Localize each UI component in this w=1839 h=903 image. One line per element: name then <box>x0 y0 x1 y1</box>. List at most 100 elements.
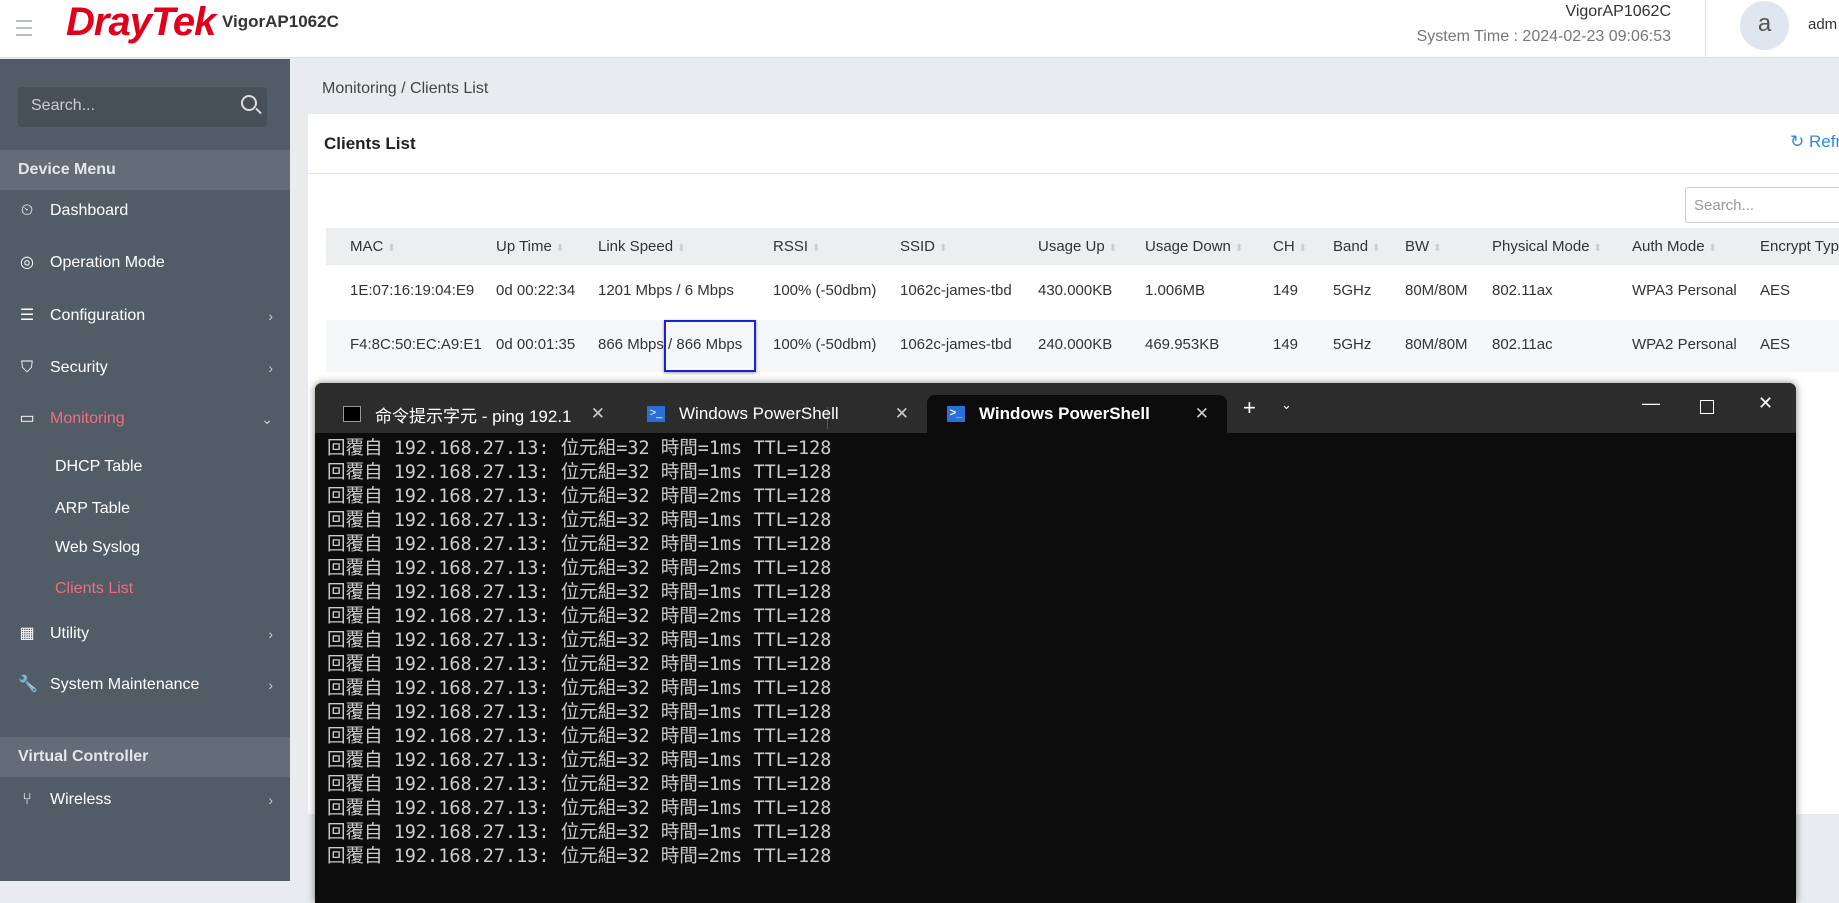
table-cell-mac: F4:8C:50:EC:A9:E1 <box>350 336 482 353</box>
sidebar-search-input[interactable]: Search... <box>18 87 267 127</box>
highlight-box <box>664 320 756 372</box>
hamburger-menu-icon[interactable] <box>16 20 32 41</box>
chevron-down-icon[interactable]: ⌄ <box>1281 397 1292 413</box>
sort-icon[interactable]: ⬍ <box>556 243 564 254</box>
column-header-usage-up[interactable]: Usage Up ⬍ <box>1038 238 1117 255</box>
terminal-output[interactable]: 回覆自 192.168.27.13: 位元組=32 時間=1ms TTL=128… <box>327 437 831 869</box>
tab-powershell-2[interactable]: >_ Windows PowerShell ✕ <box>927 395 1227 433</box>
sort-icon[interactable]: ⬍ <box>1594 243 1602 254</box>
close-tab-icon[interactable]: ✕ <box>895 404 909 424</box>
table-cell-rssi: 100% (-50dbm) <box>773 336 877 353</box>
column-label: Encrypt Type <box>1760 238 1839 255</box>
tab-label: 命令提示字元 - ping 192.1 <box>375 406 572 426</box>
sort-icon[interactable]: ⬍ <box>1372 243 1380 254</box>
close-window-icon[interactable]: ✕ <box>1758 393 1773 414</box>
terminal-line: 回覆自 192.168.27.13: 位元組=32 時間=2ms TTL=128 <box>327 846 832 867</box>
column-label: Band <box>1333 238 1369 255</box>
sort-icon[interactable]: ⬍ <box>1299 243 1307 254</box>
sidebar-item-security[interactable]: ⛉ Security › <box>18 359 273 377</box>
terminal-line: 回覆自 192.168.27.13: 位元組=32 時間=1ms TTL=128 <box>327 534 832 555</box>
table-search-input[interactable]: Search... <box>1685 187 1839 223</box>
search-placeholder: Search... <box>31 97 96 114</box>
sidebar-item-system-maintenance[interactable]: 🔧 System Maintenance › <box>18 676 273 694</box>
table-cell-mac: 1E:07:16:19:04:E9 <box>350 282 475 299</box>
sort-icon[interactable]: ⬍ <box>812 243 820 254</box>
chevron-icon: › <box>268 677 273 693</box>
table-cell-usage-up: 240.000KB <box>1038 336 1113 353</box>
tab-cmd-ping[interactable]: 命令提示字元 - ping 192.1 ✕ <box>323 395 623 433</box>
column-header-usage-down[interactable]: Usage Down ⬍ <box>1145 238 1243 255</box>
virtual-controller-heading: Virtual Controller <box>0 737 290 777</box>
sort-icon[interactable]: ⬍ <box>677 243 685 254</box>
sidebar-item-monitoring[interactable]: ▭ Monitoring ⌄ <box>18 410 273 428</box>
configuration-icon: ☰ <box>19 307 35 324</box>
sort-icon[interactable]: ⬍ <box>387 243 395 254</box>
sidebar-item-operation-mode[interactable]: ◎ Operation Mode <box>18 254 273 272</box>
chevron-icon: › <box>268 626 273 642</box>
card-title: Clients List <box>324 134 416 153</box>
system-maintenance-icon: 🔧 <box>18 676 38 693</box>
sort-icon[interactable]: ⬍ <box>1709 243 1717 254</box>
refresh-label: Refr <box>1808 132 1839 151</box>
divider <box>1705 0 1706 58</box>
sort-icon[interactable]: ⬍ <box>1433 243 1441 254</box>
sidebar-subitem-dhcp-table[interactable]: DHCP Table <box>55 458 142 476</box>
sidebar-item-wireless[interactable]: ⑂ Wireless › <box>18 791 273 809</box>
sidebar-subitem-clients-list[interactable]: Clients List <box>55 580 133 598</box>
table-cell-ssid: 1062c-james-tbd <box>900 336 1012 353</box>
column-label: Physical Mode <box>1492 238 1590 255</box>
column-header-auth-mode[interactable]: Auth Mode ⬍ <box>1632 238 1717 255</box>
sort-icon[interactable]: ⬍ <box>939 243 947 254</box>
sort-icon[interactable]: ⬍ <box>1235 243 1243 254</box>
table-cell-link-speed: 1201 Mbps / 6 Mbps <box>598 282 734 299</box>
terminal-line: 回覆自 192.168.27.13: 位元組=32 時間=1ms TTL=128 <box>327 630 832 651</box>
terminal-line: 回覆自 192.168.27.13: 位元組=32 時間=1ms TTL=128 <box>327 462 832 483</box>
sidebar-item-label: Wireless <box>50 791 112 808</box>
tab-powershell-1[interactable]: >_ Windows PowerShell ✕ <box>627 395 927 433</box>
column-header-physical-mode[interactable]: Physical Mode ⬍ <box>1492 238 1602 255</box>
wireless-icon: ⑂ <box>22 791 32 808</box>
terminal-line: 回覆自 192.168.27.13: 位元組=32 時間=1ms TTL=128 <box>327 726 832 747</box>
close-tab-icon[interactable]: ✕ <box>1195 404 1209 424</box>
search-icon[interactable] <box>241 95 257 111</box>
column-label: Up Time <box>496 238 552 255</box>
draytek-logo[interactable]: DrayTek <box>66 0 216 45</box>
sidebar-subitem-arp-table[interactable]: ARP Table <box>55 500 130 518</box>
sidebar-item-label: Configuration <box>50 307 146 324</box>
tab-label: Windows PowerShell <box>979 404 1150 423</box>
utility-icon: ▦ <box>19 625 35 642</box>
sort-icon[interactable]: ⬍ <box>1109 243 1117 254</box>
column-header-up-time[interactable]: Up Time ⬍ <box>496 238 564 255</box>
column-header-bw[interactable]: BW ⬍ <box>1405 238 1442 255</box>
sidebar-item-label: Monitoring <box>50 410 125 427</box>
sidebar-item-dashboard[interactable]: ⏲ Dashboard <box>18 202 273 220</box>
sidebar-item-label: Dashboard <box>50 202 129 219</box>
username[interactable]: adm <box>1808 16 1837 33</box>
table-row[interactable]: F4:8C:50:EC:A9:E1 0d 00:01:35 866 Mbps / 8… <box>326 320 1839 372</box>
table-cell-usage-down: 1.006MB <box>1145 282 1206 299</box>
avatar[interactable]: a <box>1740 1 1789 50</box>
minimize-icon[interactable]: — <box>1642 393 1660 414</box>
sidebar-item-utility[interactable]: ▦ Utility › <box>18 625 273 643</box>
column-header-mac[interactable]: MAC ⬍ <box>350 238 396 255</box>
refresh-button[interactable]: ↻ Refr <box>1790 132 1839 152</box>
column-header-ssid[interactable]: SSID ⬍ <box>900 238 947 255</box>
table-row[interactable]: 1E:07:16:19:04:E9 0d 00:22:34 1201 Mbps / … <box>326 266 1839 318</box>
terminal-line: 回覆自 192.168.27.13: 位元組=32 時間=1ms TTL=128 <box>327 702 832 723</box>
table-cell-auth-mode: WPA3 Personal <box>1632 282 1737 299</box>
column-header-link-speed[interactable]: Link Speed ⬍ <box>598 238 685 255</box>
column-header-ch[interactable]: CH ⬍ <box>1273 238 1307 255</box>
close-tab-icon[interactable]: ✕ <box>591 404 605 424</box>
table-cell-ch: 149 <box>1273 336 1299 353</box>
sidebar-item-configuration[interactable]: ☰ Configuration › <box>18 307 273 325</box>
terminal-line: 回覆自 192.168.27.13: 位元組=32 時間=1ms TTL=128 <box>327 582 832 603</box>
new-tab-icon[interactable]: + <box>1243 395 1256 421</box>
chevron-icon: › <box>268 792 273 808</box>
column-header-encrypt-type[interactable]: Encrypt Type⬍ <box>1760 238 1839 255</box>
column-header-band[interactable]: Band ⬍ <box>1333 238 1380 255</box>
maximize-icon[interactable] <box>1700 400 1714 414</box>
sidebar-subitem-web-syslog[interactable]: Web Syslog <box>55 539 140 557</box>
column-header-rssi[interactable]: RSSI ⬍ <box>773 238 820 255</box>
powershell-icon: >_ <box>947 406 965 422</box>
breadcrumb: Monitoring / Clients List <box>322 80 489 97</box>
